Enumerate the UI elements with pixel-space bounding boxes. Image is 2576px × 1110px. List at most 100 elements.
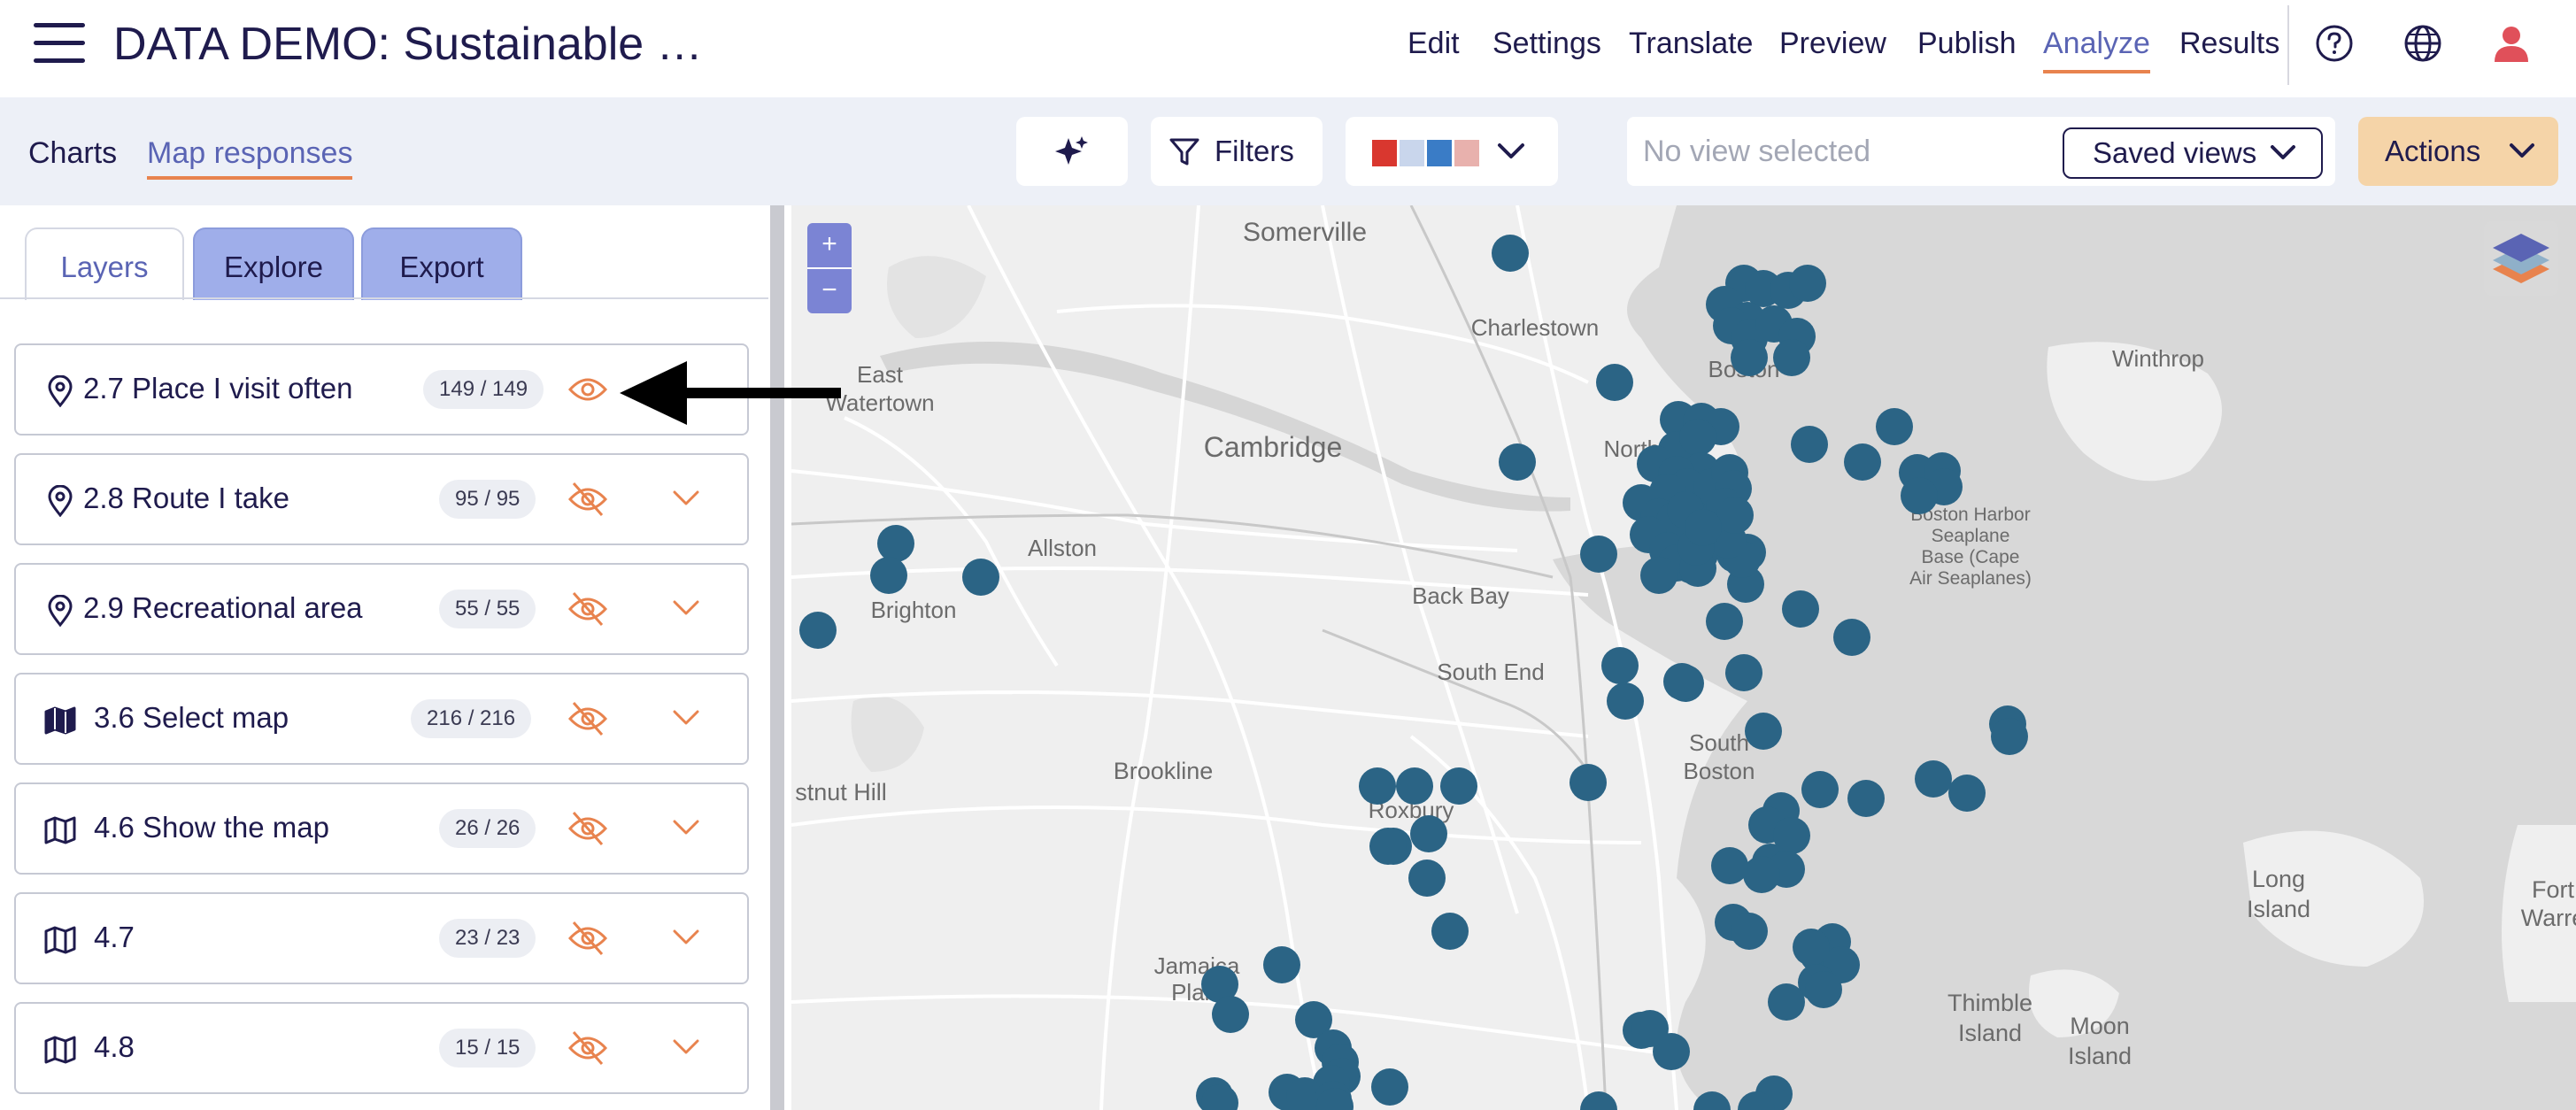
response-marker[interactable] [1440,767,1477,805]
response-marker[interactable] [1915,760,1952,798]
user-icon[interactable] [2491,23,2532,64]
nav-edit[interactable]: Edit [1408,27,1460,61]
map-label: Allston [1028,535,1097,561]
eye-off-icon[interactable] [568,811,607,846]
response-marker[interactable] [1948,775,1986,812]
layer-count-badge: 216 / 216 [411,699,532,738]
map-canvas[interactable]: Somerville Charlestown Winthrop East Wat… [791,205,2576,1110]
nav-settings[interactable]: Settings [1492,27,1601,61]
response-marker[interactable] [1706,603,1743,640]
help-icon[interactable] [2314,23,2355,64]
response-marker[interactable] [1743,856,1780,893]
response-marker[interactable] [1773,339,1810,376]
response-marker[interactable] [1663,663,1701,700]
map-icon [44,1036,76,1064]
response-marker[interactable] [1801,771,1839,808]
response-marker[interactable] [1396,767,1433,805]
saved-views-button[interactable]: Saved views [2063,127,2323,179]
nav-translate[interactable]: Translate [1629,27,1753,61]
layer-row[interactable]: 3.6 Select map 216 / 216 [14,673,749,765]
response-marker[interactable] [1745,713,1782,750]
panel-resize-handle[interactable] [770,205,784,1110]
response-marker[interactable] [1607,682,1644,720]
eye-off-icon[interactable] [568,1030,607,1066]
chevron-down-icon[interactable] [671,708,701,728]
chevron-down-icon[interactable] [671,598,701,618]
response-marker[interactable] [1369,828,1407,865]
response-marker[interactable] [962,559,999,596]
chevron-down-icon [1498,143,1524,158]
response-marker[interactable] [1731,913,1768,950]
color-palette-select[interactable] [1346,117,1558,186]
response-marker[interactable] [1716,497,1754,534]
zoom-out-button[interactable]: − [807,269,852,313]
response-marker[interactable] [1844,443,1881,481]
chevron-down-icon[interactable] [671,1037,701,1057]
chevron-down-icon[interactable] [671,489,701,508]
chevron-down-icon[interactable] [671,818,701,837]
response-marker[interactable] [1263,946,1300,983]
response-marker[interactable] [1631,1010,1669,1047]
response-marker[interactable] [1371,1068,1408,1106]
response-marker[interactable] [870,557,907,594]
tab-explore-label: Explore [224,251,323,283]
actions-button[interactable]: Actions [2358,117,2558,186]
layer-row[interactable]: 4.6 Show the map 26 / 26 [14,782,749,875]
response-marker[interactable] [1768,983,1805,1021]
response-marker[interactable] [1876,408,1913,445]
tab-map-responses[interactable]: Map responses [147,136,353,180]
response-marker[interactable] [799,612,837,649]
chevron-down-icon[interactable] [671,928,701,947]
tab-charts[interactable]: Charts [28,136,117,171]
response-marker[interactable] [1580,536,1617,573]
tab-layers[interactable]: Layers [25,227,184,300]
eye-off-icon[interactable] [568,921,607,956]
response-marker[interactable] [1791,426,1828,463]
response-marker[interactable] [1499,443,1536,481]
basemap-layers-button[interactable] [2484,221,2558,296]
layer-row[interactable]: 2.9 Recreational area 55 / 55 [14,563,749,655]
tab-explore[interactable]: Explore [193,227,354,300]
response-marker[interactable] [1596,364,1633,401]
tab-export[interactable]: Export [361,227,522,300]
response-marker[interactable] [1725,654,1762,691]
response-marker[interactable] [1570,764,1607,801]
response-marker[interactable] [1410,815,1447,852]
menu-icon[interactable] [34,23,85,67]
response-marker[interactable] [1685,509,1722,546]
response-marker[interactable] [1833,619,1870,656]
response-marker[interactable] [1601,647,1639,684]
response-marker[interactable] [1805,971,1842,1008]
nav-preview[interactable]: Preview [1779,27,1886,61]
response-marker[interactable] [1640,557,1677,594]
response-marker[interactable] [1359,767,1396,805]
ai-sparkle-button[interactable] [1016,117,1128,186]
response-marker[interactable] [1679,419,1716,456]
filters-button[interactable]: Filters [1151,117,1323,186]
park-area [851,696,924,772]
response-marker[interactable] [1212,996,1249,1033]
nav-publish[interactable]: Publish [1917,27,2017,61]
response-marker[interactable] [1408,859,1446,897]
globe-icon[interactable] [2402,23,2443,64]
response-marker[interactable] [1711,847,1748,884]
response-marker[interactable] [1782,590,1819,628]
eye-off-icon[interactable] [568,591,607,627]
layer-row[interactable]: 2.8 Route I take 95 / 95 [14,453,749,545]
response-marker[interactable] [1901,477,1938,514]
nav-analyze[interactable]: Analyze [2043,27,2150,73]
response-marker[interactable] [1731,339,1768,376]
response-marker[interactable] [1847,780,1885,817]
response-marker[interactable] [1492,235,1529,272]
response-marker[interactable] [877,525,914,562]
nav-results[interactable]: Results [2179,27,2279,61]
eye-off-icon[interactable] [568,482,607,517]
response-marker[interactable] [1991,718,2028,755]
layer-row[interactable]: 4.7 23 / 23 [14,892,749,984]
zoom-in-button[interactable]: + [807,223,852,269]
response-marker[interactable] [1431,913,1469,950]
eye-off-icon[interactable] [568,701,607,736]
response-marker[interactable] [1789,265,1826,302]
layer-row[interactable]: 4.8 15 / 15 [14,1002,749,1094]
eye-icon[interactable] [568,372,607,407]
